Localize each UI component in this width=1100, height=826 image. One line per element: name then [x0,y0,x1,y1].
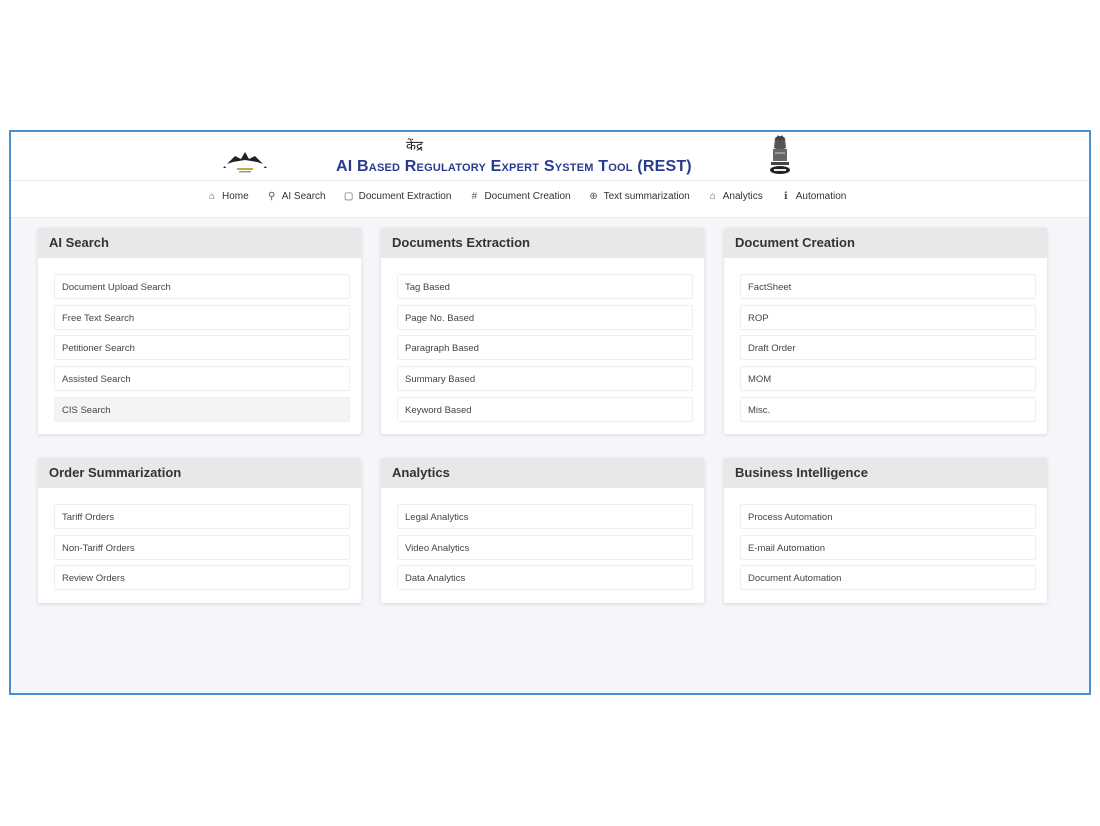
app-window: केंद्र AI Based Regulatory Expert System… [9,130,1091,695]
card-item[interactable]: Page No. Based [397,304,693,330]
info-icon: ℹ [783,191,788,202]
card-item[interactable]: Free Text Search [54,304,350,330]
nav-item-document-creation[interactable]: # Document Creation [469,191,571,202]
card-item[interactable]: FactSheet [740,274,1036,299]
card-title: AI Search [38,228,361,258]
card-body: Legal Analytics Video Analytics Data Analy… [381,488,704,603]
nav-item-label: Analytics [722,191,763,202]
app-title: AI Based Regulatory Expert System Tool (… [336,158,692,175]
card-item[interactable]: Process Automation [740,504,1036,529]
hindi-text: केंद्र [406,139,423,154]
nav-item-analytics[interactable]: ⌂ Analytics [708,191,763,202]
search-icon: ⚲ [268,191,276,202]
nav-item-automation[interactable]: ℹ Automation [781,191,847,202]
nav-item-label: Document Creation [484,191,571,202]
nav-item-home[interactable]: ⌂ Home [207,191,249,202]
nav-item-text-summarization[interactable]: ⊕ Text summarization [589,191,690,202]
card-title: Document Creation [724,228,1047,258]
card-item[interactable]: Petitioner Search [54,335,350,361]
card-item[interactable]: Non-Tariff Orders [54,534,350,560]
card-analytics: Analytics Legal Analytics Video Analytics D… [381,458,704,604]
card-ai-search: AI Search Document Upload Search Free Text… [38,228,361,435]
card-title: Business Intelligence [724,458,1047,488]
card-title: Order Summarization [38,458,361,488]
header: केंद्र AI Based Regulatory Expert System… [11,132,1089,180]
organization-logo [223,152,267,173]
main-nav: ⌂ Home ⚲ AI Search ▢ Document Extraction # Docu… [11,180,1089,218]
card-order-summarization: Order Summarization Tariff Orders Non-Tari… [38,458,361,604]
card-body: Tag Based Page No. Based Paragraph Based Su… [381,258,704,434]
card-body: Process Automation E-mail Automation Docum… [724,488,1047,603]
globe-icon: ⊕ [589,191,598,202]
card-item[interactable]: Legal Analytics [397,504,693,529]
nav-item-label: Document Extraction [358,191,452,202]
national-emblem [770,134,790,174]
card-item[interactable]: Misc. [740,396,1036,422]
hash-icon: # [471,191,478,202]
card-title: Documents Extraction [381,228,704,258]
nav-item-label: Home [222,191,249,202]
nav-item-label: Automation [795,191,847,202]
card-title: Analytics [381,458,704,488]
card-item[interactable]: CIS Search [54,396,350,422]
home-icon: ⌂ [208,191,216,202]
analytics-icon: ⌂ [709,191,716,202]
card-item[interactable]: Document Automation [740,565,1036,591]
card-item[interactable]: Paragraph Based [397,335,693,361]
card-business-intelligence: Business Intelligence Process Automation E… [724,458,1047,604]
card-item[interactable]: ROP [740,304,1036,330]
card-body: Tariff Orders Non-Tariff Orders Review Ord… [38,488,361,603]
card-item[interactable]: Review Orders [54,565,350,591]
card-body: FactSheet ROP Draft Order MOM Misc. [724,258,1047,434]
card-item[interactable]: Keyword Based [397,396,693,422]
nav-item-ai-search[interactable]: ⚲ AI Search [267,191,326,202]
card-item[interactable]: E-mail Automation [740,534,1036,560]
card-item[interactable]: Document Upload Search [54,274,350,299]
card-documents-extraction: Documents Extraction Tag Based Page No. Ba… [381,228,704,435]
nav-item-label: AI Search [281,191,326,202]
card-item[interactable]: Tariff Orders [54,504,350,529]
nav-item-document-extraction[interactable]: ▢ Document Extraction [344,191,452,202]
card-item[interactable]: Tag Based [397,274,693,299]
nav-item-label: Text summarization [603,191,690,202]
card-body: Document Upload Search Free Text Search Pe… [38,258,361,434]
card-item[interactable]: Assisted Search [54,366,350,392]
card-item[interactable]: Video Analytics [397,534,693,560]
card-item[interactable]: Summary Based [397,366,693,392]
card-item[interactable]: Data Analytics [397,565,693,591]
card-item[interactable]: Draft Order [740,335,1036,361]
document-icon: ▢ [343,191,354,202]
card-item[interactable]: MOM [740,366,1036,392]
card-document-creation: Document Creation FactSheet ROP Draft Order… [724,228,1047,435]
